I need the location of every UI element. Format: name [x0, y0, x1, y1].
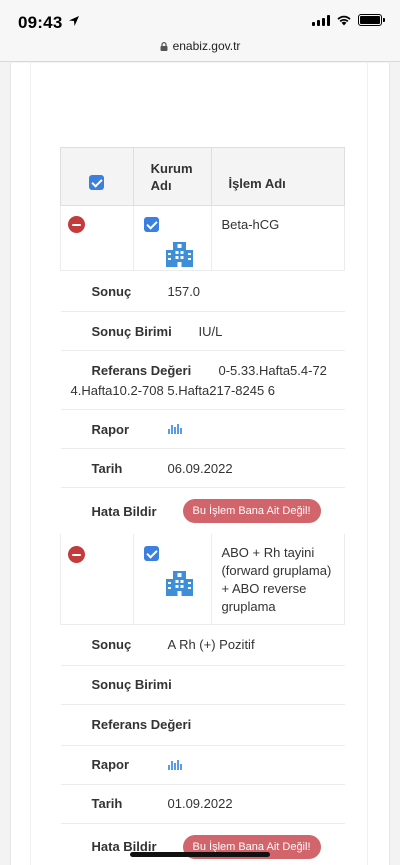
hata-row: Hata Bildir Bu İşlem Bana Ait Değil! [61, 488, 345, 534]
sonuc-birimi-value: IU/L [198, 323, 223, 339]
wifi-icon [337, 15, 351, 26]
record-checkbox[interactable] [143, 217, 159, 232]
hospital-icon[interactable] [165, 241, 212, 270]
tarih-value: 01.09.2022 [167, 796, 233, 811]
record-checkbox[interactable] [143, 546, 159, 561]
sonuc-value: 157.0 [167, 283, 201, 299]
table-header-row: Kurum Adı İşlem Adı [60, 147, 345, 206]
referans-label: Referans Değeri [91, 717, 192, 732]
status-bar: 09:43 [0, 0, 400, 36]
report-chart-icon[interactable] [167, 759, 182, 770]
location-arrow-icon [69, 16, 79, 26]
lock-icon [160, 42, 168, 51]
hata-row: Hata Bildir Bu İşlem Bana Ait Değil! [61, 824, 345, 865]
cellular-signal-icon [312, 14, 330, 26]
sonuc-birimi-label: Sonuç Birimi [91, 323, 172, 339]
rapor-label: Rapor [91, 757, 130, 772]
referans-row: Referans Değeri 0-5.33.Hafta5.4-72 4.Haf… [61, 351, 345, 409]
islem-adi-cell: ABO + Rh tayini (forward gruplama) + ABO… [211, 534, 345, 624]
sonuc-value: A Rh (+) Pozitif [167, 637, 255, 652]
column-header-islem: İşlem Adı [211, 147, 345, 206]
sonuc-birimi-row: Sonuç Birimi [61, 666, 345, 704]
table-row: ABO + Rh tayini (forward gruplama) + ABO… [60, 534, 345, 624]
report-chart-icon[interactable] [167, 424, 182, 434]
results-table: Kurum Adı İşlem Adı Beta-hCG Sonuç 157.0… [60, 147, 345, 865]
sonuc-label: Sonuç [91, 283, 132, 299]
report-error-button[interactable]: Bu İşlem Bana Ait Değil! [182, 499, 321, 523]
hata-label: Hata Bildir [91, 503, 157, 519]
referans-row: Referans Değeri [61, 705, 345, 745]
select-all-checkbox[interactable] [89, 174, 105, 190]
battery-icon [358, 14, 385, 26]
home-indicator[interactable] [130, 852, 270, 857]
referans-value-line1: 0-5.33.Hafta5.4-72 [218, 363, 327, 378]
hospital-icon[interactable] [165, 570, 212, 599]
rapor-label: Rapor [91, 421, 130, 437]
remove-record-icon[interactable] [68, 546, 85, 563]
table-row: Beta-hCG [60, 205, 345, 271]
sonuc-row: Sonuç A Rh (+) Pozitif [61, 625, 345, 665]
referans-label: Referans Değeri [91, 363, 192, 378]
islem-adi-cell: Beta-hCG [211, 205, 345, 271]
select-all-cell [60, 147, 134, 206]
sonuc-label: Sonuç [91, 637, 132, 652]
referans-value-line2: 4.Hafta10.2-708 5.Hafta217-8245 6 [70, 383, 276, 398]
tarih-label: Tarih [91, 796, 123, 811]
remove-record-icon[interactable] [68, 216, 85, 233]
tarih-value: 06.09.2022 [167, 460, 233, 476]
sonuc-birimi-row: Sonuç Birimi IU/L [61, 312, 345, 350]
status-indicators [312, 14, 385, 26]
sonuc-row: Sonuç 157.0 [61, 271, 345, 311]
rapor-row: Rapor [61, 410, 345, 448]
tarih-label: Tarih [91, 460, 123, 476]
sonuc-birimi-label: Sonuç Birimi [91, 677, 172, 692]
url-text: enabiz.gov.tr [172, 39, 241, 53]
tarih-row: Tarih 06.09.2022 [61, 449, 345, 487]
browser-url-bar[interactable]: enabiz.gov.tr [0, 36, 400, 62]
status-time: 09:43 [18, 13, 63, 32]
column-header-kurum: Kurum Adı [132, 147, 213, 206]
tarih-row: Tarih 01.09.2022 [61, 785, 345, 823]
rapor-row: Rapor [61, 746, 345, 784]
